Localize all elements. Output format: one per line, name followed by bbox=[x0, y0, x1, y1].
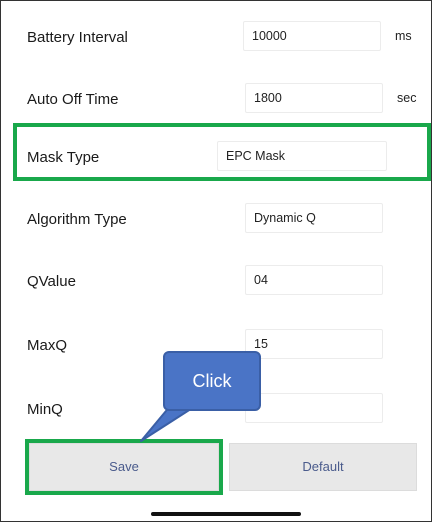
battery-interval-input[interactable]: 10000 bbox=[243, 21, 381, 51]
maxq-label: MaxQ bbox=[27, 337, 68, 354]
algorithm-type-label: Algorithm Type bbox=[27, 211, 127, 228]
qvalue-input[interactable]: 04 bbox=[245, 265, 383, 295]
auto-off-time-unit: sec bbox=[397, 91, 417, 105]
maxq-input[interactable]: 15 bbox=[245, 329, 383, 359]
default-button[interactable]: Default bbox=[229, 443, 417, 491]
save-button[interactable]: Save bbox=[29, 443, 219, 491]
mask-type-row: Mask Type EPC Mask bbox=[1, 139, 431, 179]
auto-off-time-label: Auto Off Time bbox=[27, 91, 119, 108]
qvalue-label: QValue bbox=[27, 273, 76, 290]
auto-off-time-input[interactable]: 1800 bbox=[245, 83, 383, 113]
algorithm-type-select[interactable]: Dynamic Q bbox=[245, 203, 383, 233]
battery-interval-row: Battery Interval 10000 ms bbox=[1, 19, 431, 59]
settings-screen: Battery Interval 10000 ms Auto Off Time … bbox=[0, 0, 432, 522]
algorithm-type-row: Algorithm Type Dynamic Q bbox=[1, 201, 431, 241]
qvalue-row: QValue 04 bbox=[1, 263, 431, 303]
home-indicator bbox=[151, 512, 301, 516]
battery-interval-label: Battery Interval bbox=[27, 29, 128, 46]
battery-interval-unit: ms bbox=[395, 29, 412, 43]
minq-label: MinQ bbox=[27, 401, 63, 418]
auto-off-time-row: Auto Off Time 1800 sec bbox=[1, 81, 431, 121]
mask-type-label: Mask Type bbox=[27, 149, 100, 166]
minq-input[interactable] bbox=[245, 393, 383, 423]
mask-type-select[interactable]: EPC Mask bbox=[217, 141, 387, 171]
click-callout: Click bbox=[163, 351, 261, 411]
